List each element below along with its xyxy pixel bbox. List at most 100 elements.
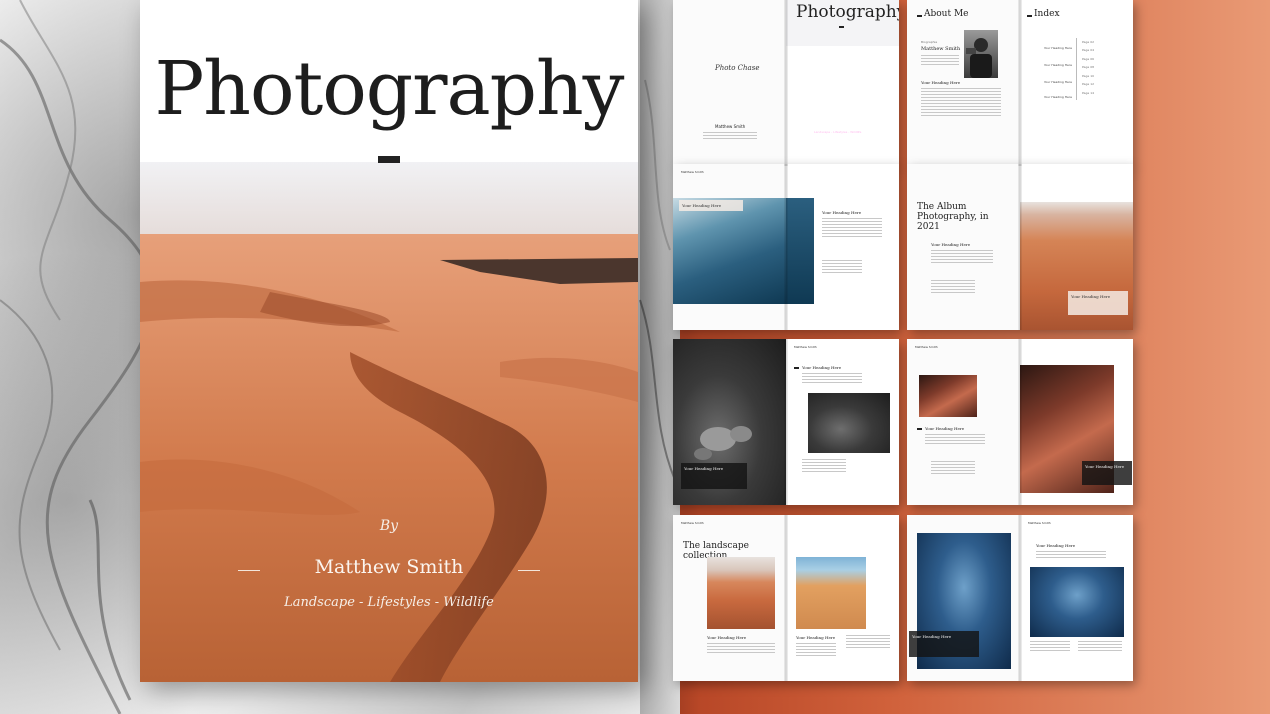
sea-header: Matthew Smith [681,170,704,174]
spine [1018,164,1022,330]
wave-caption: Your Heading Here [909,631,979,657]
sea-list [822,260,862,275]
index-page-7: Page 14 [1082,91,1095,95]
canyon-photo-small [919,375,977,417]
spine [784,0,788,166]
index-item-4: Your Heading Here [1044,95,1072,99]
spread-stones-left: Your Heading Here [673,339,786,505]
intro-name: Matthew Smith [715,124,746,129]
index-page-1: Page 02 [1082,40,1095,44]
canyon-list [931,461,975,476]
wave-photo-small [1030,567,1124,637]
about-title: About Me [924,9,969,19]
spread-wave-right: Matthew Smith Your Heading Here [1020,515,1133,681]
stones-photo-small [808,393,890,453]
spine [784,164,788,330]
cover-tagline: Landscape - Lifestyles - Wildlife [284,595,494,610]
landscape-list [846,635,890,650]
index-item-1: Your Heading Here [1044,46,1072,50]
spread-canyon: Matthew Smith Your Heading Here Your Hea… [907,339,1133,505]
wave-header: Matthew Smith [1028,521,1051,525]
index-item-2: Your Heading Here [1044,63,1072,67]
canyon-header: Matthew Smith [915,345,938,349]
spread-stones-right: Matthew Smith Your Heading Here [786,339,899,505]
index-page-3: Page 06 [1082,57,1095,61]
cover-mark [378,156,400,163]
sea-photo-right [786,198,814,304]
stones-caption: Your Heading Here [681,463,747,489]
spread-about-left: About Me Biographie Matthew Smith Your H… [907,0,1020,166]
spread-wave: Your Heading Here Matthew Smith Your Hea… [907,515,1133,681]
spine [1018,0,1022,166]
spine [1018,515,1022,681]
album-caption: Your Heading Here [1068,291,1128,315]
spread-canyon-left: Matthew Smith Your Heading Here [907,339,1020,505]
stones-heading: Your Heading Here [802,365,842,370]
index-page-4: Page 08 [1082,65,1095,69]
cover-by: By [379,518,399,534]
stones-body-lines [802,373,862,385]
spread-landscape: Matthew Smith The landscape collection Y… [673,515,899,681]
landscape-heading-right: Your Heading Here [796,635,836,640]
landscape-header: Matthew Smith [681,521,704,525]
about-contact-lines [921,55,959,67]
canyon-caption: Your Heading Here [1082,461,1132,485]
spine [784,515,788,681]
spread-landscape-right: Your Heading Here [786,515,899,681]
intro-right-title: Photography [796,2,899,22]
landscape-photo-left [707,557,775,629]
intro-right-author: Matthew Smith [824,122,855,127]
portrait-photo [964,30,998,78]
canyon-heading: Your Heading Here [925,426,965,431]
spine [1018,339,1022,505]
spread-canyon-right: Your Heading Here [1020,339,1133,505]
album-body-lines [931,250,993,265]
about-sub: Biographie [921,40,938,44]
cover-author: Matthew Smith [314,556,464,578]
sea-body-lines [822,218,882,239]
spine [784,339,788,505]
intro-text-lines [703,132,757,141]
index-page-5: Page 10 [1082,74,1095,78]
index-mark [1027,15,1032,17]
landscape-photo-right [796,557,866,629]
stones-header: Matthew Smith [794,345,817,349]
index-page-2: Page 04 [1082,48,1095,52]
about-body-lines [921,88,1001,118]
album-title: The Album Photography, in 2021 [917,202,989,232]
index-title: Index [1034,9,1060,19]
wave-body-lines [1036,551,1106,560]
spread-wave-left: Your Heading Here [907,515,1020,681]
index-page-6: Page 12 [1082,82,1095,86]
spread-index-right: Index Your Heading Here Your Heading Her… [1020,0,1133,166]
spread-intro-left: Photo Chase Matthew Smith [673,0,786,166]
album-list [931,280,975,295]
wave-body-right [1030,641,1070,653]
wave-list [1078,641,1122,653]
intro-right-mark [839,26,844,28]
about-heading: Your Heading Here [921,80,961,85]
spread-album-right: Your Heading Here [1020,164,1133,330]
sea-heading: Your Heading Here [822,210,862,215]
wave-heading: Your Heading Here [1036,543,1076,548]
spread-sea-left: Matthew Smith Your Heading Here [673,164,786,330]
about-name: Matthew Smith [921,46,961,52]
landscape-heading-left: Your Heading Here [707,635,747,640]
canyon-body-lines [925,434,985,446]
spread-sea: Matthew Smith Your Heading Here Your Hea… [673,164,899,330]
spread-landscape-left: Matthew Smith The landscape collection Y… [673,515,786,681]
signature: Photo Chase [715,64,760,72]
sea-caption: Your Heading Here [679,200,743,211]
index-item-3: Your Heading Here [1044,80,1072,84]
landscape-body-left [707,643,775,655]
intro-right-tags: Landscape - Lifestyles - Wildlife [814,130,862,134]
spread-stones: Your Heading Here Matthew Smith Your Hea… [673,339,899,505]
spread-intro-right: Photography Matthew Smith Landscape - Li… [786,0,899,166]
magazine-cover: Photography By Matthew Smith Landscape -… [140,0,638,682]
album-heading: Your Heading Here [931,242,971,247]
about-mark [917,15,922,17]
stones-list [802,459,846,474]
cover-title: Photography [154,46,625,132]
spread-sea-right: Your Heading Here [786,164,899,330]
sea-photo-left [673,198,786,304]
